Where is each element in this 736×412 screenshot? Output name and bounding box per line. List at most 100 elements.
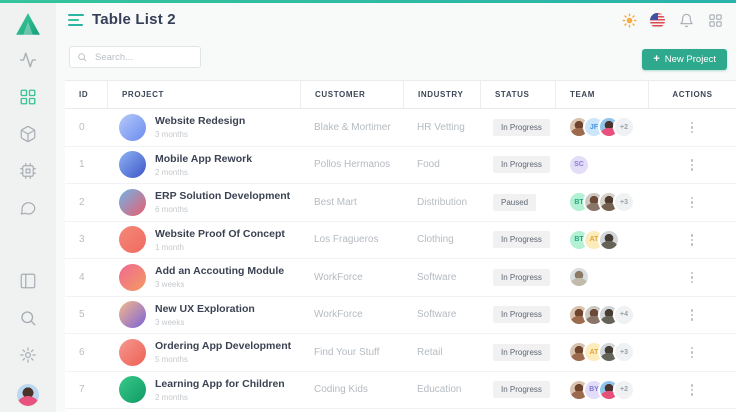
status-badge: In Progress: [493, 381, 550, 398]
table-body: 0 Website Redesign 3 months Blake & Mort…: [65, 109, 736, 409]
toolbar: + New Project: [56, 39, 736, 79]
industry-cell: Clothing: [403, 234, 480, 245]
app-window: Table List 2 + New Project ID P: [0, 0, 736, 412]
table-row[interactable]: 2 ERP Solution Development 6 months Best…: [65, 184, 736, 222]
theme-sun-icon[interactable]: [621, 12, 637, 28]
row-actions-menu-icon[interactable]: [687, 380, 698, 400]
table-row[interactable]: 5 New UX Exploration 3 weeks WorkForce S…: [65, 297, 736, 335]
cpu-icon: [19, 162, 37, 180]
table-row[interactable]: 7 Learning App for Children 2 months Cod…: [65, 372, 736, 410]
language-flag-us-icon[interactable]: [650, 13, 665, 28]
project-title: New UX Exploration: [155, 303, 255, 316]
apps-grid-icon[interactable]: [707, 12, 723, 28]
status-cell: In Progress: [480, 306, 555, 323]
actions-cell: [648, 268, 736, 288]
row-id: 1: [65, 159, 107, 170]
status-badge: Paused: [493, 194, 536, 211]
sidebar-item-products[interactable]: [19, 125, 37, 143]
project-title: Mobile App Rework: [155, 153, 252, 166]
status-cell: Paused: [480, 194, 555, 211]
project-cell: Website Redesign 3 months: [107, 114, 300, 141]
row-id: 5: [65, 309, 107, 320]
user-profile-avatar[interactable]: [17, 384, 39, 406]
sidebar-item-dashboard[interactable]: [19, 88, 37, 106]
team-avatars: BY+2: [555, 379, 648, 401]
team-avatar-photo: [598, 229, 620, 251]
project-title: ERP Solution Development: [155, 190, 290, 203]
project-duration: 3 months: [155, 130, 245, 139]
customer-cell: WorkForce: [300, 272, 403, 283]
row-id: 3: [65, 234, 107, 245]
project-icon: [119, 301, 146, 328]
sidebar-bottom: [17, 272, 39, 412]
project-title: Website Proof Of Concept: [155, 228, 285, 241]
status-cell: In Progress: [480, 269, 555, 286]
header-icons: [621, 12, 723, 28]
dashboard-grid-icon: [19, 88, 37, 106]
row-actions-menu-icon[interactable]: [687, 155, 698, 175]
table-row[interactable]: 4 Add an Accouting Module 3 weeks WorkFo…: [65, 259, 736, 297]
sidebar-nav: [19, 51, 37, 236]
status-cell: In Progress: [480, 119, 555, 136]
project-title: Ordering App Development: [155, 340, 291, 353]
table-row[interactable]: 3 Website Proof Of Concept 1 month Los F…: [65, 222, 736, 260]
activity-icon: [19, 51, 37, 69]
table-row[interactable]: 0 Website Redesign 3 months Blake & Mort…: [65, 109, 736, 147]
table-row[interactable]: 1 Mobile App Rework 2 months Pollos Herm…: [65, 147, 736, 185]
row-actions-menu-icon[interactable]: [687, 118, 698, 138]
new-project-button[interactable]: + New Project: [642, 49, 727, 70]
team-avatars: [555, 266, 648, 288]
team-avatar-more: +3: [613, 341, 635, 363]
project-duration: 1 month: [155, 243, 285, 252]
search-icon: [77, 52, 87, 62]
project-icon: [119, 226, 146, 253]
row-actions-menu-icon[interactable]: [687, 230, 698, 250]
sidebar-item-pages[interactable]: [19, 272, 37, 290]
project-duration: 6 months: [155, 205, 290, 214]
industry-cell: Food: [403, 159, 480, 170]
industry-cell: Software: [403, 309, 480, 320]
row-actions-menu-icon[interactable]: [687, 193, 698, 213]
page-title: Table List 2: [92, 11, 176, 28]
project-icon: [119, 339, 146, 366]
project-cell: ERP Solution Development 6 months: [107, 189, 300, 216]
industry-cell: Distribution: [403, 197, 480, 208]
status-cell: In Progress: [480, 156, 555, 173]
menu-icon[interactable]: [68, 14, 84, 26]
table-row[interactable]: 6 Ordering App Development 5 months Find…: [65, 334, 736, 372]
sidebar-item-search[interactable]: [19, 309, 37, 327]
sidebar-item-activity[interactable]: [19, 51, 37, 69]
row-id: 0: [65, 122, 107, 133]
project-duration: 5 months: [155, 355, 291, 364]
sidebar-item-messages[interactable]: [19, 199, 37, 217]
team-avatar-initials: SC: [568, 154, 590, 176]
logo-triangle-icon: [15, 12, 41, 36]
team-avatar-more: +3: [613, 191, 635, 213]
actions-cell: [648, 155, 736, 175]
status-badge: In Progress: [493, 231, 550, 248]
search-input[interactable]: [69, 46, 201, 68]
app-logo[interactable]: [15, 12, 41, 36]
customer-cell: Best Mart: [300, 197, 403, 208]
customer-cell: Coding Kids: [300, 384, 403, 395]
row-id: 4: [65, 272, 107, 283]
status-cell: In Progress: [480, 344, 555, 361]
row-actions-menu-icon[interactable]: [687, 305, 698, 325]
row-actions-menu-icon[interactable]: [687, 343, 698, 363]
row-actions-menu-icon[interactable]: [687, 268, 698, 288]
team-avatar-more: +2: [613, 379, 635, 401]
project-duration: 3 weeks: [155, 318, 255, 327]
project-icon: [119, 114, 146, 141]
sidebar-item-settings[interactable]: [19, 346, 37, 364]
sidebar-item-system[interactable]: [19, 162, 37, 180]
notifications-bell-icon[interactable]: [678, 12, 694, 28]
customer-cell: Pollos Hermanos: [300, 159, 403, 170]
layout-icon: [19, 272, 37, 290]
project-title: Website Redesign: [155, 115, 245, 128]
customer-cell: Find Your Stuff: [300, 347, 403, 358]
status-cell: In Progress: [480, 381, 555, 398]
project-title: Add an Accouting Module: [155, 265, 284, 278]
row-id: 6: [65, 347, 107, 358]
industry-cell: Retail: [403, 347, 480, 358]
project-duration: 2 months: [155, 168, 252, 177]
